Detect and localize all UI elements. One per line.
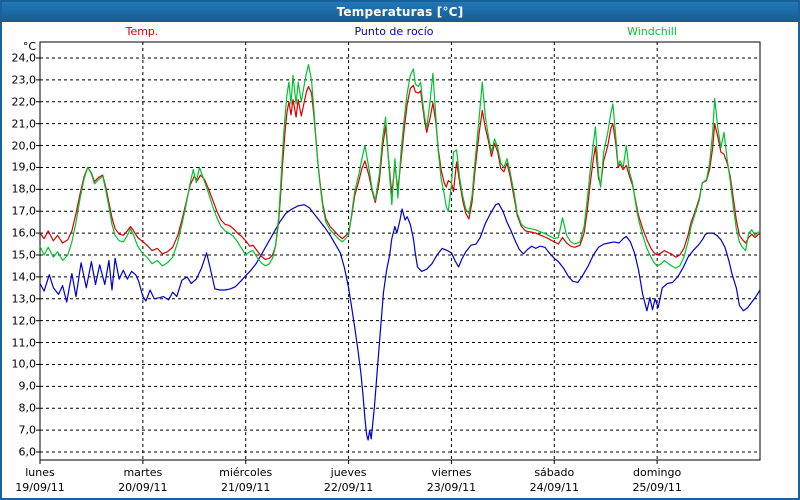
y-tick-label: 11,0 (2, 336, 36, 349)
x-day-name: viernes (431, 466, 471, 479)
y-tick-label: 20,0 (2, 139, 36, 152)
y-tick-label: 24,0 (2, 52, 36, 65)
y-tick-label: 16,0 (2, 227, 36, 240)
y-tick-label: 18,0 (2, 183, 36, 196)
y-tick-label: 7,0 (2, 424, 36, 437)
x-day-date: 19/09/11 (15, 481, 64, 494)
y-tick-label: 12,0 (2, 314, 36, 327)
x-day-name: miércoles (219, 466, 272, 479)
x-day-date: 22/09/11 (324, 481, 373, 494)
x-day-date: 20/09/11 (118, 481, 167, 494)
y-tick-label: 23,0 (2, 73, 36, 86)
y-tick-label: 13,0 (2, 292, 36, 305)
y-tick-label: 6,0 (2, 446, 36, 459)
x-day-name: martes (123, 466, 162, 479)
y-tick-label: 8,0 (2, 402, 36, 415)
y-tick-label: 21,0 (2, 117, 36, 130)
x-day-date: 24/09/11 (530, 481, 579, 494)
x-day-name: lunes (25, 466, 55, 479)
y-tick-label: 15,0 (2, 249, 36, 262)
plot-frame (40, 42, 760, 460)
y-tick-label: 19,0 (2, 161, 36, 174)
x-day-name: sábado (534, 466, 574, 479)
x-day-date: 21/09/11 (221, 481, 270, 494)
y-tick-label: 9,0 (2, 380, 36, 393)
y-tick-label: 17,0 (2, 205, 36, 218)
y-tick-label: 14,0 (2, 270, 36, 283)
y-tick-label: 10,0 (2, 358, 36, 371)
x-day-date: 25/09/11 (632, 481, 681, 494)
weather-chart-window: { "window": { "title": "Temperaturas [°C… (0, 0, 800, 500)
chart-canvas (0, 0, 800, 500)
x-day-name: jueves (331, 466, 367, 479)
x-day-date: 23/09/11 (427, 481, 476, 494)
x-day-name: domingo (633, 466, 681, 479)
y-tick-label: 22,0 (2, 95, 36, 108)
